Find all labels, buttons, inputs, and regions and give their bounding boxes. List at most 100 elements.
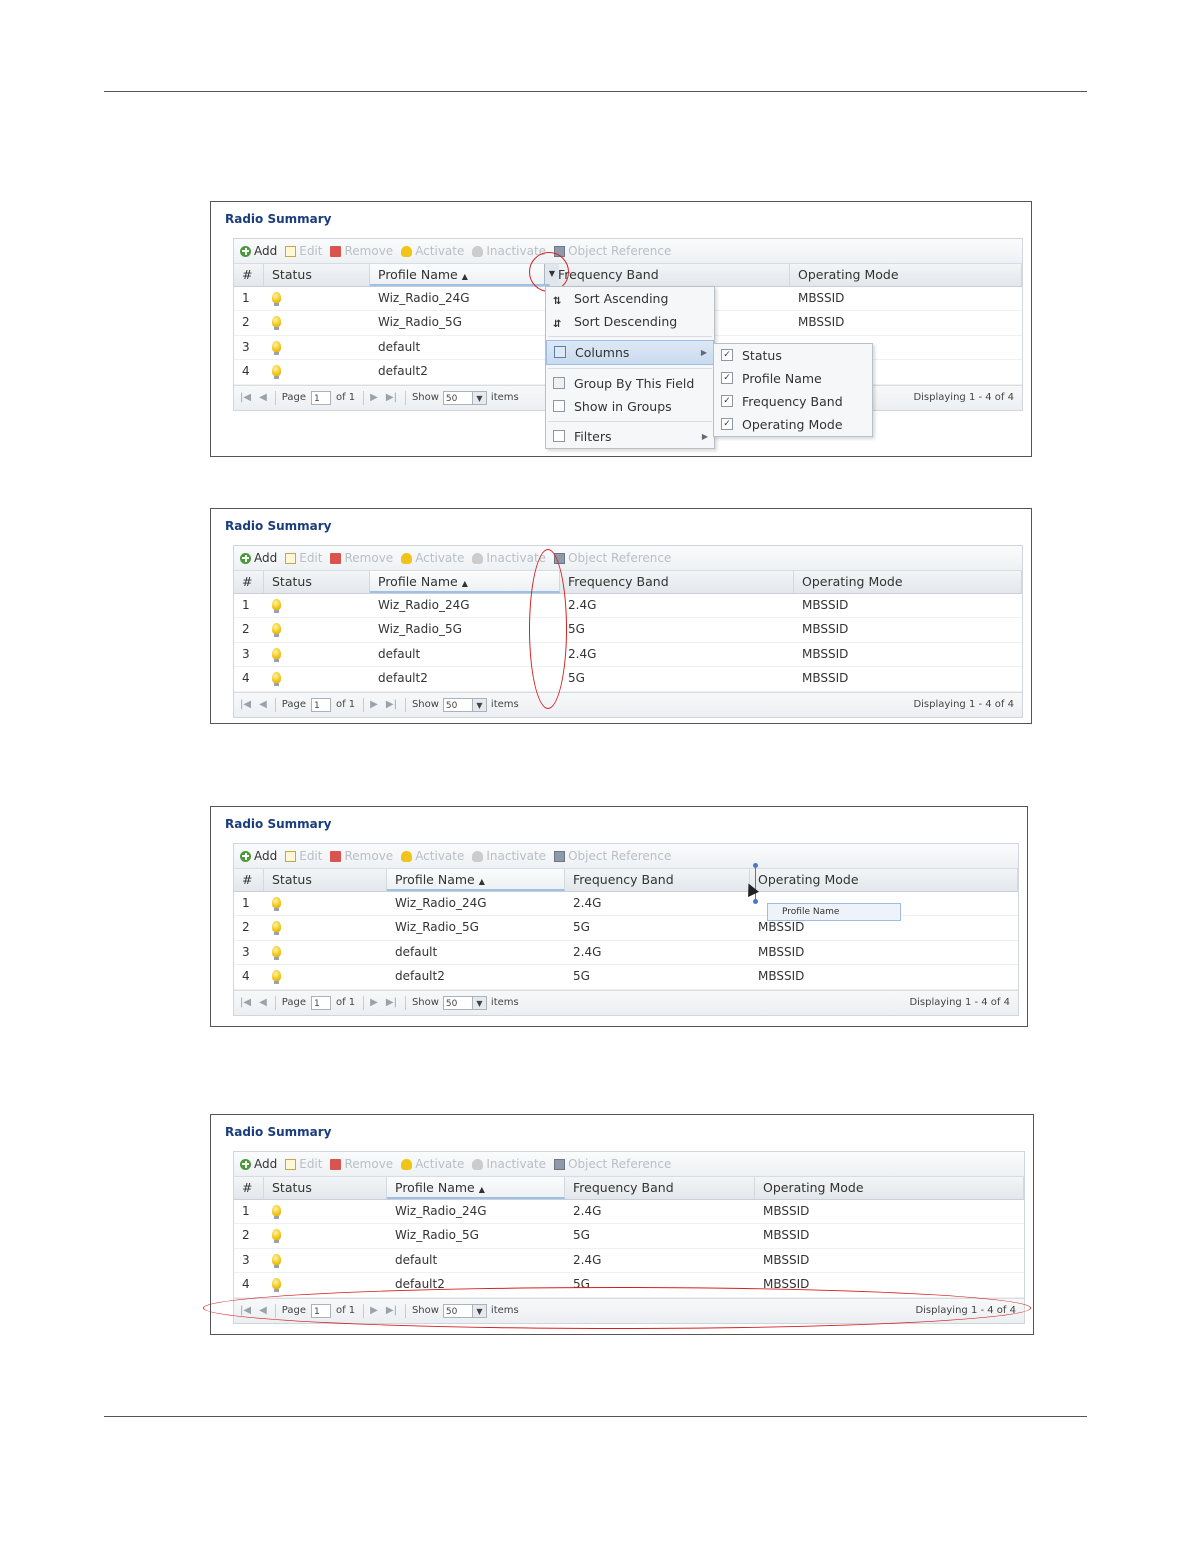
chevron-down-icon[interactable]: ▼: [472, 390, 487, 405]
menu-sort-ascending[interactable]: ⇅ Sort Ascending: [546, 287, 714, 310]
col-frequency-band[interactable]: Frequency Band: [550, 264, 790, 286]
col-frequency-band[interactable]: Frequency Band: [565, 1177, 755, 1199]
status-cell: [264, 916, 387, 939]
col-num[interactable]: #: [234, 1177, 264, 1199]
col-status[interactable]: Status: [264, 869, 387, 891]
object-reference-button[interactable]: Object Reference: [554, 551, 671, 565]
col-num[interactable]: #: [234, 869, 264, 891]
object-reference-button[interactable]: Object Reference: [554, 1157, 671, 1171]
table-row[interactable]: 3 default 2.4G MBSSID: [234, 941, 1018, 966]
table-row[interactable]: 1 Wiz_Radio_24G 2.4G MBSSID: [234, 594, 1022, 619]
row-num: 3: [242, 1252, 250, 1267]
inactivate-button[interactable]: Inactivate: [472, 1157, 546, 1171]
col-frequency-band[interactable]: Frequency Band: [560, 571, 794, 593]
add-button[interactable]: Add: [240, 849, 277, 863]
page-input[interactable]: 1: [310, 697, 331, 712]
inactivate-button[interactable]: Inactivate: [472, 849, 546, 863]
next-page-icon[interactable]: ▶: [370, 699, 378, 710]
col-frequency-band[interactable]: Frequency Band: [565, 869, 750, 891]
profile-cell: Wiz_Radio_5G: [395, 1228, 479, 1243]
remove-button[interactable]: Remove: [330, 1157, 393, 1171]
row-num: 1: [242, 291, 250, 305]
prev-page-icon[interactable]: ◀: [259, 997, 267, 1008]
col-profile-name[interactable]: Profile Name ▲: [387, 1177, 565, 1199]
status-cell: [264, 892, 387, 915]
col-profile-name[interactable]: Profile Name ▲: [370, 264, 550, 286]
col-status[interactable]: Status: [264, 1177, 387, 1199]
status-cell: [264, 643, 370, 666]
row-num: 4: [242, 1277, 250, 1292]
table-row[interactable]: 1 Wiz_Radio_24G 2.4G MBSSID: [234, 1200, 1024, 1225]
table-row[interactable]: 2 Wiz_Radio_5G 5G MBSSID: [234, 1224, 1024, 1249]
page-size-select[interactable]: 50: [442, 995, 473, 1010]
object-reference-button[interactable]: Object Reference: [554, 849, 671, 863]
menu-sort-descending[interactable]: ⇵ Sort Descending: [546, 310, 714, 333]
submenu-frequency-band[interactable]: ✓ Frequency Band: [714, 390, 872, 413]
drag-proxy: Profile Name: [767, 903, 901, 921]
pager-divider: [274, 697, 276, 712]
activate-button[interactable]: Activate: [401, 1157, 464, 1171]
submenu-operating-mode[interactable]: ✓ Operating Mode: [714, 413, 872, 436]
profile-cell: default: [378, 339, 421, 354]
activate-button[interactable]: Activate: [401, 551, 464, 565]
col-operating-mode[interactable]: Operating Mode: [750, 869, 1018, 891]
col-operating-mode[interactable]: Operating Mode: [790, 264, 1022, 286]
table-row[interactable]: 3 default 2.4G MBSSID: [234, 643, 1022, 668]
chevron-down-icon[interactable]: ▼: [472, 995, 487, 1010]
menu-group-by-field[interactable]: Group By This Field: [546, 372, 714, 395]
next-page-icon[interactable]: ▶: [370, 997, 378, 1008]
chevron-down-icon[interactable]: ▼: [472, 697, 487, 712]
add-button[interactable]: Add: [240, 551, 277, 565]
last-page-icon[interactable]: ▶|: [386, 392, 397, 403]
table-row[interactable]: 4 default2 5G MBSSID: [234, 667, 1022, 692]
menu-show-in-groups[interactable]: Show in Groups: [546, 395, 714, 418]
last-page-icon[interactable]: ▶|: [386, 699, 397, 710]
page-input[interactable]: 1: [310, 995, 331, 1010]
prev-page-icon[interactable]: ◀: [259, 392, 267, 403]
table-row[interactable]: 3 default 2.4G MBSSID: [234, 1249, 1024, 1274]
edit-button[interactable]: Edit: [285, 244, 322, 258]
col-operating-mode[interactable]: Operating Mode: [755, 1177, 1024, 1199]
col-num[interactable]: #: [234, 264, 264, 286]
mode-cell: MBSSID: [802, 646, 849, 661]
menu-filters[interactable]: Filters ▶: [546, 425, 714, 448]
add-button[interactable]: Add: [240, 244, 277, 258]
col-profile-name[interactable]: Profile Name ▲: [387, 869, 565, 891]
edit-button[interactable]: Edit: [285, 551, 322, 565]
col-status[interactable]: Status: [264, 264, 370, 286]
table-row[interactable]: 2 Wiz_Radio_5G 5G MBSSID: [234, 618, 1022, 643]
edit-button[interactable]: Edit: [285, 1157, 322, 1171]
next-page-icon[interactable]: ▶: [370, 392, 378, 403]
mode-cell: MBSSID: [802, 598, 849, 612]
first-page-icon[interactable]: |◀: [240, 392, 251, 403]
page-size-select[interactable]: 50: [442, 697, 473, 712]
object-reference-button[interactable]: Object Reference: [554, 244, 671, 258]
row-num: 4: [242, 969, 250, 984]
submenu-status[interactable]: ✓ Status: [714, 344, 872, 367]
remove-button[interactable]: Remove: [330, 849, 393, 863]
sort-descending-icon: ⇵: [553, 319, 562, 330]
inactivate-button[interactable]: Inactivate: [472, 551, 546, 565]
add-button[interactable]: Add: [240, 1157, 277, 1171]
page-size-select[interactable]: 50: [442, 390, 473, 405]
table-row[interactable]: 4 default2 5G MBSSID: [234, 965, 1018, 990]
prev-page-icon[interactable]: ◀: [259, 699, 267, 710]
pager-divider: [404, 995, 406, 1010]
activate-button[interactable]: Activate: [401, 244, 464, 258]
remove-button[interactable]: Remove: [330, 244, 393, 258]
panel-title: Radio Summary: [225, 519, 332, 533]
col-operating-mode[interactable]: Operating Mode: [794, 571, 1022, 593]
menu-columns[interactable]: Columns ▶: [546, 340, 714, 365]
remove-button[interactable]: Remove: [330, 551, 393, 565]
submenu-profile-name[interactable]: ✓ Profile Name: [714, 367, 872, 390]
col-status[interactable]: Status: [264, 571, 370, 593]
display-count: Displaying 1 - 4 of 4: [913, 698, 1014, 710]
first-page-icon[interactable]: |◀: [240, 997, 251, 1008]
first-page-icon[interactable]: |◀: [240, 699, 251, 710]
col-num[interactable]: #: [234, 571, 264, 593]
status-cell: [264, 618, 370, 641]
edit-button[interactable]: Edit: [285, 849, 322, 863]
page-input[interactable]: 1: [310, 390, 331, 405]
last-page-icon[interactable]: ▶|: [386, 997, 397, 1008]
activate-button[interactable]: Activate: [401, 849, 464, 863]
